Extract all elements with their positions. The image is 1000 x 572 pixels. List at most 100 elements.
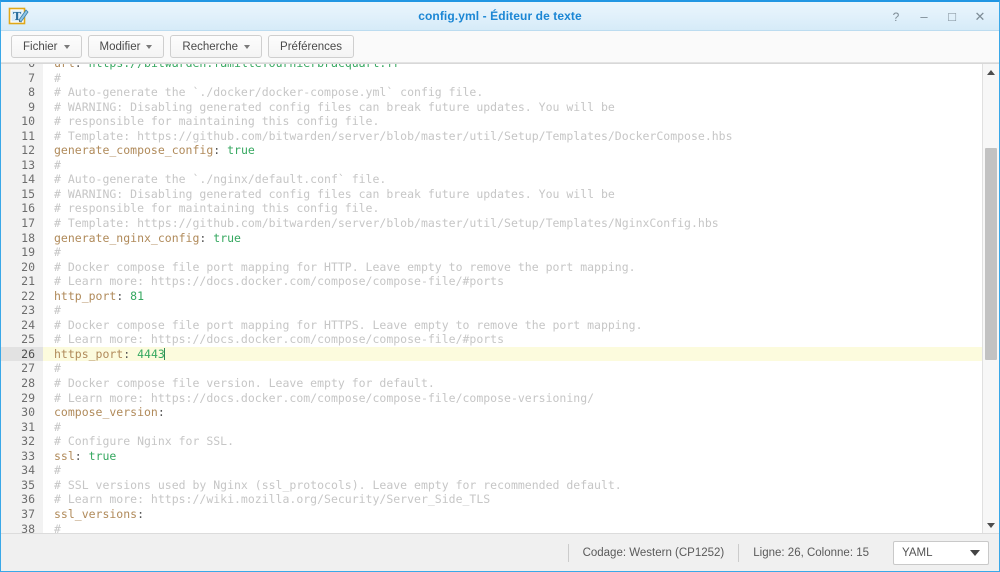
token-cmt: # <box>54 157 61 172</box>
token-key: ssl <box>54 448 75 463</box>
code-line[interactable]: 10 # responsible for maintaining this con… <box>1 114 982 129</box>
token-val: true <box>81 448 117 463</box>
token-val: 81 <box>123 288 145 303</box>
code-line-text: # Docker compose file port mapping for H… <box>43 260 982 275</box>
code-line-text: # SSL versions used by Nginx (ssl_protoc… <box>43 478 982 493</box>
token-cmt: # Template: https://github.com/bitwarden… <box>54 216 719 231</box>
toolbar-button-label: Recherche <box>182 40 239 53</box>
token-cmt: # <box>54 303 61 318</box>
code-line[interactable]: 17 # Template: https://github.com/bitward… <box>1 216 982 231</box>
token-val: true <box>220 143 255 158</box>
line-number: 35 <box>1 477 43 493</box>
code-line[interactable]: 25 # Learn more: https://docs.docker.com/… <box>1 332 982 347</box>
token-cmt: # <box>54 463 61 478</box>
code-line[interactable]: 30 compose_version: <box>1 405 982 420</box>
code-line[interactable]: 19 # <box>1 245 982 260</box>
token-cmt: # <box>54 419 61 434</box>
maximize-button[interactable]: □ <box>939 5 965 29</box>
code-line-text: ssl_versions: <box>43 507 982 522</box>
code-line-text: # Configure Nginx for SSL. <box>43 434 982 449</box>
token-punc: : <box>75 64 82 70</box>
line-number: 28 <box>1 376 43 391</box>
code-line[interactable]: 20 # Docker compose file port mapping for… <box>1 259 982 275</box>
scroll-down-icon[interactable] <box>983 517 999 533</box>
toolbar-button-recherche[interactable]: Recherche <box>170 35 263 58</box>
token-cmt: # <box>54 245 61 260</box>
line-number: 34 <box>1 463 43 478</box>
code-line[interactable]: 22 http_port: 81 <box>1 288 982 304</box>
code-line[interactable]: 13 # <box>1 157 982 173</box>
code-line[interactable]: 8 # Auto-generate the `./docker/docker-co… <box>1 85 982 100</box>
code-text-area[interactable]: 6url: https://bitwarden.famillefournierb… <box>1 64 982 533</box>
line-number: 30 <box>1 405 43 420</box>
scrollbar-thumb[interactable] <box>985 148 997 360</box>
token-key: http_port <box>54 288 117 303</box>
code-line-text: # <box>43 420 982 435</box>
line-number: 33 <box>1 448 43 464</box>
token-val: true <box>206 230 241 245</box>
toolbar-button-fichier[interactable]: Fichier <box>11 35 82 58</box>
editor-area: 6url: https://bitwarden.famillefournierb… <box>1 63 999 533</box>
line-number: 38 <box>1 521 43 533</box>
line-number: 17 <box>1 216 43 231</box>
code-line[interactable]: 32 # Configure Nginx for SSL. <box>1 434 982 449</box>
scroll-up-icon[interactable] <box>983 64 999 80</box>
toolbar-button-label: Préférences <box>280 40 343 53</box>
code-line-text: # responsible for maintaining this confi… <box>43 201 982 216</box>
code-line-text: generate_nginx_config: true <box>43 231 982 246</box>
code-line[interactable]: 16 # responsible for maintaining this con… <box>1 201 982 217</box>
line-number: 16 <box>1 201 43 217</box>
chevron-down-icon <box>970 549 980 556</box>
code-line[interactable]: 12 generate_compose_config: true <box>1 143 982 158</box>
code-line-text: # <box>43 71 982 86</box>
toolbar-button-modifier[interactable]: Modifier <box>87 35 165 58</box>
code-line-text: # WARNING: Disabling generated config fi… <box>43 100 982 115</box>
code-line-text: # <box>43 245 982 260</box>
code-line[interactable]: 23 # <box>1 303 982 318</box>
line-number: 7 <box>1 70 43 86</box>
code-line-text: # <box>43 158 982 173</box>
line-number: 37 <box>1 506 43 522</box>
code-line[interactable]: 18 generate_nginx_config: true <box>1 230 982 246</box>
code-line[interactable]: 24 # Docker compose file port mapping for… <box>1 317 982 333</box>
code-line[interactable]: 36 # Learn more: https://wiki.mozilla.org… <box>1 492 982 507</box>
token-cmt: # Auto-generate the `./docker/docker-com… <box>54 85 484 100</box>
vertical-scrollbar[interactable] <box>982 64 999 533</box>
code-line[interactable]: 33 ssl: true <box>1 448 982 464</box>
code-line[interactable]: 29 # Learn more: https://docs.docker.com/… <box>1 390 982 406</box>
code-line[interactable]: 26 https_port: 4443 <box>1 346 982 362</box>
token-cmt: # Learn more: https://docs.docker.com/co… <box>54 332 505 347</box>
code-line[interactable]: 34 # <box>1 463 982 478</box>
line-number: 18 <box>1 230 43 246</box>
code-line[interactable]: 15 # WARNING: Disabling generated config … <box>1 186 982 202</box>
line-number: 13 <box>1 157 43 173</box>
code-line[interactable]: 27 # <box>1 361 982 377</box>
chevron-down-icon <box>63 45 70 49</box>
help-button[interactable]: ? <box>883 5 909 29</box>
code-line[interactable]: 31 # <box>1 419 982 435</box>
code-line[interactable]: 7 # <box>1 70 982 86</box>
code-line-text: # Learn more: https://docs.docker.com/co… <box>43 332 982 347</box>
language-select[interactable]: YAML <box>893 540 989 565</box>
line-number: 21 <box>1 274 43 289</box>
code-line[interactable]: 21 # Learn more: https://docs.docker.com/… <box>1 274 982 289</box>
minimize-button[interactable]: – <box>911 5 937 29</box>
token-punc: : <box>74 448 82 463</box>
text-editor-icon: T <box>7 5 29 27</box>
code-line[interactable]: 35 # SSL versions used by Nginx (ssl_prot… <box>1 477 982 493</box>
close-button[interactable]: ✕ <box>967 5 993 29</box>
code-line-text: # Auto-generate the `./docker/docker-com… <box>43 85 982 100</box>
token-cmt: # responsible for maintaining this confi… <box>54 114 380 129</box>
line-number: 10 <box>1 114 43 129</box>
code-line[interactable]: 38 # <box>1 521 982 533</box>
code-line[interactable]: 14 # Auto-generate the `./nginx/default.c… <box>1 172 982 187</box>
code-line[interactable]: 28 # Docker compose file version. Leave e… <box>1 376 982 391</box>
code-line[interactable]: 37 ssl_versions: <box>1 506 982 522</box>
token-key: url <box>54 64 75 70</box>
code-line[interactable]: 11 # Template: https://github.com/bitward… <box>1 128 982 144</box>
code-line-text: # Docker compose file version. Leave emp… <box>43 376 982 391</box>
code-line-text: https_port: 4443 <box>43 347 982 362</box>
toolbar-button-prfrences[interactable]: Préférences <box>268 35 355 58</box>
token-cmt: # Template: https://github.com/bitwarden… <box>54 128 733 143</box>
code-line[interactable]: 9 # WARNING: Disabling generated config f… <box>1 99 982 115</box>
